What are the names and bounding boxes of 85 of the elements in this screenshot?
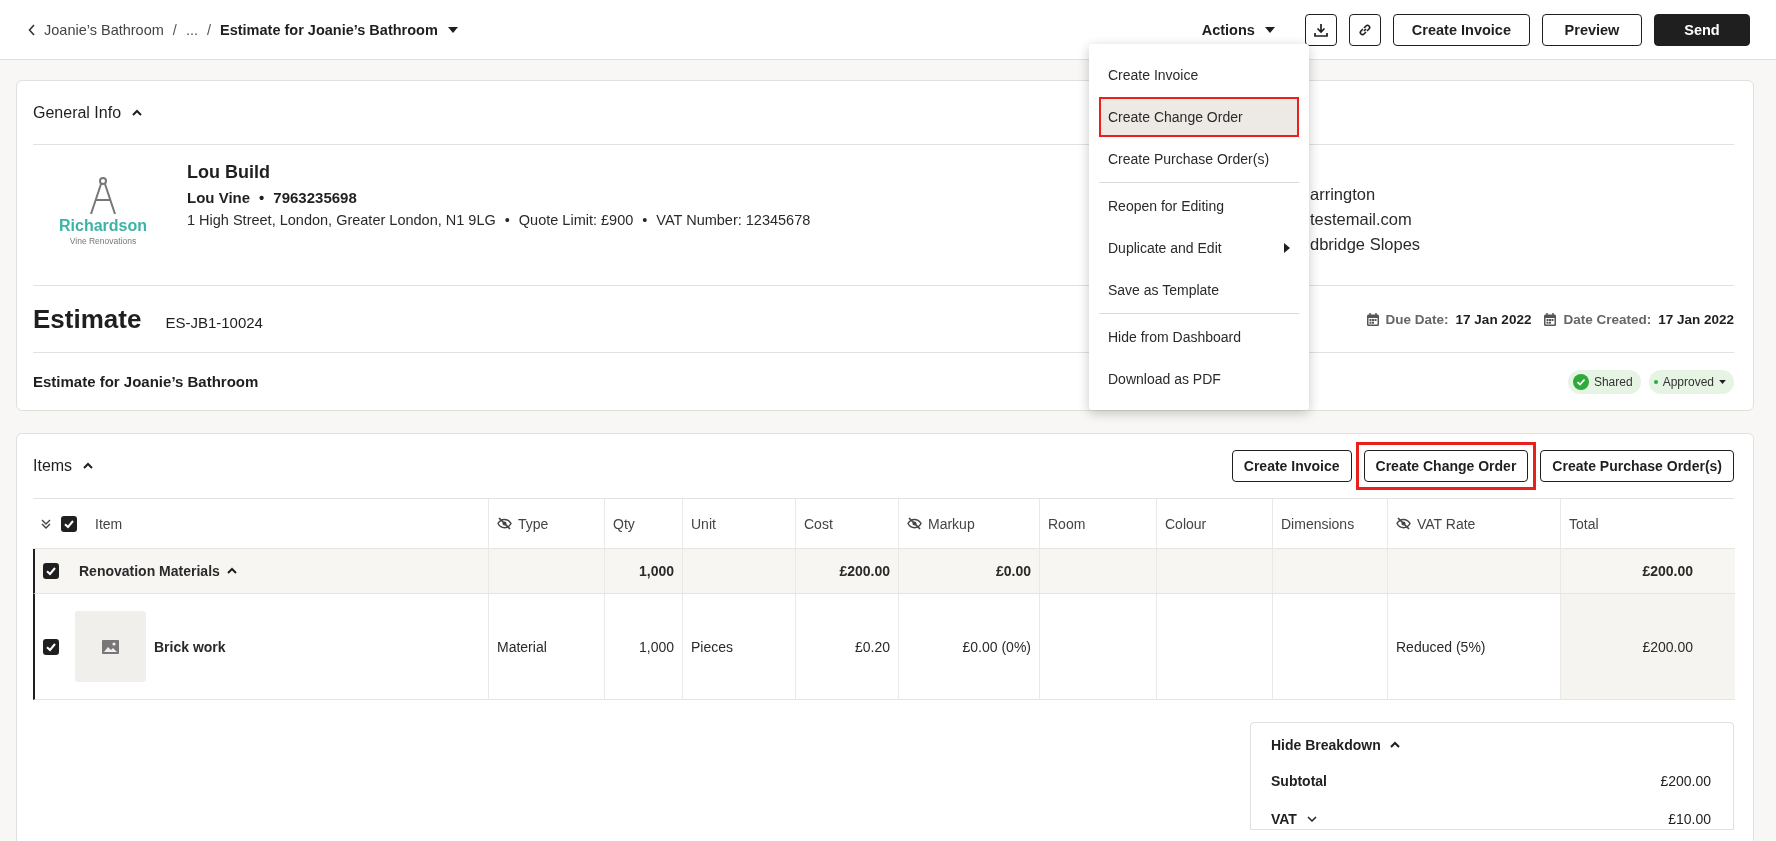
table-cell: £200.00 bbox=[796, 549, 899, 594]
collapse-all-icon[interactable] bbox=[41, 518, 51, 529]
caret-down-icon[interactable] bbox=[1264, 26, 1275, 33]
menu-item[interactable]: Create Invoice bbox=[1099, 55, 1299, 95]
bullet: • bbox=[504, 212, 510, 228]
table-cell: Pieces bbox=[683, 594, 796, 700]
chevron-left-icon bbox=[28, 23, 36, 36]
calendar-icon bbox=[1366, 312, 1379, 326]
section-button[interactable]: Create Purchase Order(s) bbox=[1540, 450, 1734, 482]
contact-name: Lou Vine bbox=[187, 189, 251, 206]
menu-item[interactable]: Create Change Order bbox=[1099, 97, 1299, 137]
select-all-checkbox[interactable] bbox=[61, 515, 77, 532]
due-date: 17 Jan 2022 bbox=[1455, 311, 1532, 327]
company-name: Lou Build bbox=[187, 162, 271, 183]
date-label: Due Date: bbox=[1385, 311, 1449, 327]
table-cell: 1,000 bbox=[605, 594, 683, 700]
check-circle-icon bbox=[1572, 373, 1589, 390]
breadcrumb-link[interactable]: ... bbox=[185, 21, 198, 38]
actions-dropdown[interactable]: Actions bbox=[1195, 20, 1281, 39]
caret-down-icon bbox=[1719, 379, 1726, 384]
image-icon bbox=[102, 639, 119, 654]
table-cell: £0.00 (0%) bbox=[899, 594, 1040, 700]
table-cell: £200.00 bbox=[1561, 594, 1735, 700]
breakdown-value: £10.00 bbox=[1668, 811, 1711, 827]
toolbar-button[interactable]: Preview bbox=[1542, 13, 1642, 46]
shared-badge: Shared bbox=[1567, 369, 1641, 394]
client-detail: dbridge Slopes bbox=[1310, 235, 1421, 254]
menu-item[interactable]: Reopen for Editing bbox=[1099, 186, 1299, 226]
chevron-down-icon[interactable] bbox=[1305, 813, 1318, 825]
eye-slash-icon bbox=[1396, 517, 1411, 530]
eye-slash-icon bbox=[907, 517, 922, 530]
client-detail: testemail.com bbox=[1310, 210, 1413, 229]
document-number: ES-JB1-10024 bbox=[165, 313, 263, 331]
checkbox[interactable] bbox=[43, 638, 59, 655]
menu-item[interactable]: Duplicate and Edit bbox=[1099, 228, 1299, 268]
eye-slash-icon bbox=[497, 517, 512, 530]
download-icon bbox=[1313, 22, 1328, 37]
link-button[interactable] bbox=[1348, 13, 1381, 46]
checkbox[interactable] bbox=[43, 563, 59, 579]
menu-item[interactable]: Download as PDF bbox=[1099, 359, 1299, 399]
section-title: Items bbox=[33, 457, 73, 475]
table-cell: Material bbox=[489, 594, 605, 700]
table-cell: £0.20 bbox=[796, 594, 899, 700]
breadcrumb-link[interactable]: Joanie’s Bathroom bbox=[28, 21, 164, 38]
breadcrumb-separator: / bbox=[206, 21, 211, 38]
group-name: Renovation Materials bbox=[79, 563, 220, 579]
document-type: Estimate bbox=[33, 303, 142, 335]
menu-item[interactable]: Save as Template bbox=[1099, 270, 1299, 310]
status-dropdown[interactable]: Approved bbox=[1648, 369, 1734, 394]
send-button[interactable]: Send bbox=[1654, 13, 1750, 46]
address: 1 High Street, London, Greater London, N1 9LG bbox=[187, 212, 496, 228]
page-title: Estimate for Joanie’s Bathroom bbox=[220, 21, 438, 38]
section-title: General Info bbox=[33, 103, 122, 122]
date-label: Date Created: bbox=[1563, 311, 1652, 327]
item-name: Brick work bbox=[154, 638, 226, 655]
section-button[interactable]: Create Change Order bbox=[1363, 450, 1529, 482]
table-cell: £0.00 bbox=[899, 549, 1040, 594]
breakdown-label: VAT bbox=[1271, 811, 1297, 827]
client-detail: arrington bbox=[1310, 185, 1377, 204]
logo-name: Richardson bbox=[59, 217, 147, 235]
estimate-description: Estimate for Joanie’s Bathroom bbox=[33, 373, 259, 390]
bullet: • bbox=[259, 189, 265, 206]
breakdown-label: Subtotal bbox=[1271, 773, 1327, 789]
caret-down-icon[interactable] bbox=[447, 26, 458, 33]
bullet: • bbox=[642, 212, 648, 228]
section-button[interactable]: Create Invoice bbox=[1231, 450, 1352, 482]
menu-item[interactable]: Hide from Dashboard bbox=[1099, 317, 1299, 357]
caret-right-icon bbox=[1284, 243, 1290, 253]
download-button[interactable] bbox=[1304, 13, 1337, 46]
phone-number: 7963235698 bbox=[273, 189, 357, 206]
breakdown-value: £200.00 bbox=[1660, 773, 1711, 789]
vat-number: VAT Number: 12345678 bbox=[656, 212, 811, 228]
status-dot bbox=[1653, 379, 1658, 384]
created-date: 17 Jan 2022 bbox=[1658, 311, 1734, 327]
link-icon bbox=[1357, 22, 1372, 37]
table-cell: £200.00 bbox=[1561, 549, 1735, 594]
compass-icon bbox=[88, 176, 118, 216]
breadcrumb-separator: / bbox=[172, 21, 177, 38]
calendar-icon bbox=[1544, 312, 1557, 326]
toolbar-button[interactable]: Create Invoice bbox=[1392, 13, 1530, 46]
logo-tagline: Vine Renovations bbox=[69, 236, 137, 246]
quote-limit: Quote Limit: £900 bbox=[518, 212, 634, 228]
breakdown-toggle[interactable]: Hide Breakdown bbox=[1271, 737, 1381, 753]
menu-item[interactable]: Create Purchase Order(s) bbox=[1099, 139, 1299, 179]
table-cell: 1,000 bbox=[605, 549, 683, 594]
